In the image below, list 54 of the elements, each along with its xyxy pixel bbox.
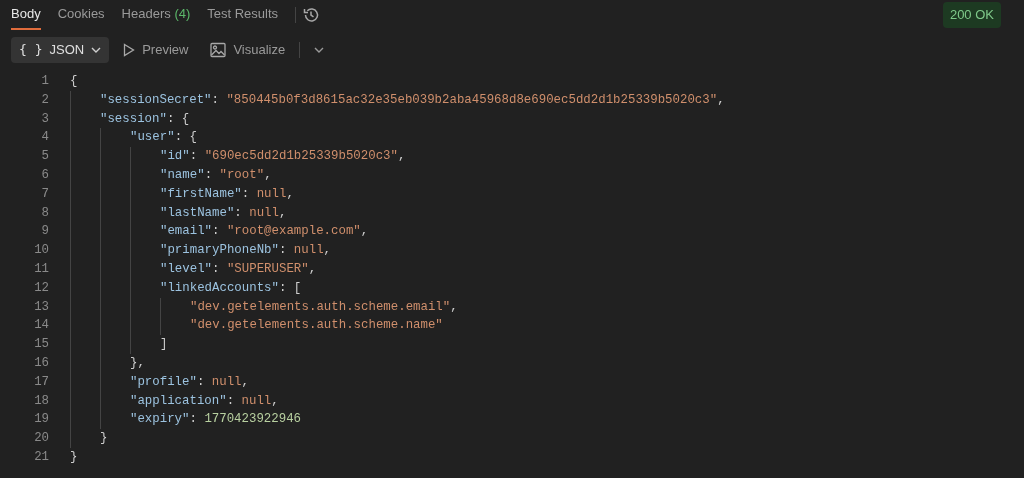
line-number: 13: [33, 298, 49, 316]
tab[interactable]: Cookies: [57, 0, 105, 30]
history-icon[interactable]: [302, 6, 321, 24]
tab[interactable]: Headers (4): [121, 0, 191, 30]
code-line: "dev.getelements.auth.scheme.email",: [190, 298, 458, 316]
code-line: "level": "SUPERUSER",: [160, 260, 317, 278]
image-icon: [210, 42, 227, 58]
code-line: {: [70, 73, 78, 90]
line-number: 20: [33, 430, 49, 448]
code-line: "linkedAccounts": [: [160, 279, 302, 297]
code-line: "lastName": null,: [160, 204, 287, 222]
line-number: 10: [33, 242, 49, 260]
format-dropdown[interactable]: { } JSON: [11, 37, 110, 63]
code-line: "firstName": null,: [160, 185, 294, 203]
view-tab[interactable]: Visualize: [202, 37, 294, 63]
line-number: 5: [40, 148, 49, 166]
status-badge: 200 OK: [942, 2, 1001, 28]
play-icon: [123, 43, 136, 57]
caret-icon: [91, 47, 102, 53]
line-number: 17: [33, 373, 49, 391]
line-number: 21: [33, 448, 49, 466]
tab[interactable]: Body: [11, 0, 41, 30]
code-line: },: [130, 354, 145, 372]
line-number: 12: [33, 279, 49, 297]
line-number: 3: [40, 110, 49, 128]
tab[interactable]: Test Results: [207, 0, 279, 30]
line-number: 9: [40, 223, 49, 241]
code-line: "expiry": 1770423922946: [130, 411, 302, 429]
code-line: "id": "690ec5dd2d1b25339b5020c3",: [160, 148, 406, 166]
code-line: "name": "root",: [160, 167, 272, 184]
code-line: "email": "root@example.com",: [160, 223, 369, 241]
code-line: "user": {: [130, 129, 197, 147]
line-number: 1: [40, 73, 49, 90]
view-tab[interactable]: Preview: [115, 37, 197, 63]
code-line: "dev.getelements.auth.scheme.name": [190, 317, 443, 335]
code-line: "application": null,: [130, 392, 279, 410]
code-line: }: [70, 448, 78, 466]
line-number: 18: [33, 392, 49, 410]
code-line: }: [100, 430, 108, 448]
line-number: 6: [40, 167, 49, 184]
line-number: 15: [33, 336, 49, 354]
code-line: "sessionSecret": "850445b0f3d8615ac32e35eb039b2aba45968d8e690ec5dd2d1b25339b5020c3",: [100, 91, 725, 109]
line-number: 11: [33, 260, 49, 278]
code-line: ]: [160, 336, 168, 354]
line-number: 2: [40, 91, 49, 109]
line-number: 8: [40, 204, 49, 222]
line-number: 4: [40, 129, 49, 147]
line-number: 14: [33, 317, 49, 335]
code-line: "primaryPhoneNb": null,: [160, 242, 332, 260]
line-number: 19: [33, 411, 49, 429]
line-number: 16: [33, 354, 49, 372]
line-number: 7: [40, 185, 49, 203]
code-line: "profile": null,: [130, 373, 249, 391]
code-line: "session": {: [100, 110, 190, 128]
